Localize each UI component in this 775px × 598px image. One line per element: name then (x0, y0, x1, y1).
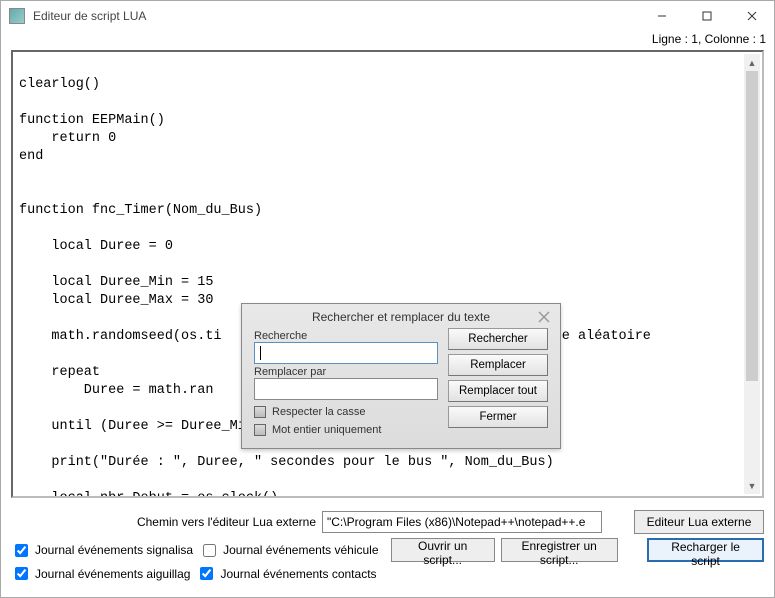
app-window: Editeur de script LUA Ligne : 1, Colonne… (0, 0, 775, 598)
reload-script-button[interactable]: Recharger le script (647, 538, 764, 562)
checkbox-icon (254, 406, 266, 418)
dialog-close-icon[interactable] (534, 308, 554, 326)
window-title: Editeur de script LUA (33, 9, 639, 23)
vertical-scrollbar[interactable]: ▲ ▼ (744, 54, 760, 494)
dialog-title-text: Rechercher et remplacer du texte (312, 310, 490, 324)
external-path-input[interactable] (322, 511, 602, 533)
maximize-button[interactable] (684, 1, 729, 31)
minimize-button[interactable] (639, 1, 684, 31)
checkbox-icon (254, 424, 266, 436)
whole-word-label: Mot entier uniquement (272, 424, 381, 436)
open-script-button[interactable]: Ouvrir un script... (391, 538, 495, 562)
editor-panel: clearlog() function EEPMain() return 0 e… (11, 50, 764, 498)
external-path-label: Chemin vers l'éditeur Lua externe (137, 515, 316, 529)
titlebar: Editeur de script LUA (1, 1, 774, 31)
log-switch-checkbox[interactable]: Journal événements aiguillag (11, 564, 190, 583)
respect-case-checkbox[interactable]: Respecter la casse (254, 406, 438, 418)
scroll-up-icon[interactable]: ▲ (744, 54, 760, 71)
search-button[interactable]: Rechercher (448, 328, 548, 350)
save-script-button[interactable]: Enregistrer un script... (501, 538, 618, 562)
close-dialog-button[interactable]: Fermer (448, 406, 548, 428)
replace-input[interactable] (254, 378, 438, 400)
log-vehicle-checkbox[interactable]: Journal événements véhicule (199, 541, 378, 560)
scroll-down-icon[interactable]: ▼ (744, 477, 760, 494)
replace-all-button[interactable]: Remplacer tout (448, 380, 548, 402)
bottom-panel: Chemin vers l'éditeur Lua externe Editeu… (1, 506, 774, 597)
respect-case-label: Respecter la casse (272, 406, 366, 418)
whole-word-checkbox[interactable]: Mot entier uniquement (254, 424, 438, 436)
close-button[interactable] (729, 1, 774, 31)
replace-button[interactable]: Remplacer (448, 354, 548, 376)
cursor-status: Ligne : 1, Colonne : 1 (1, 31, 774, 46)
find-replace-dialog: Rechercher et remplacer du texte Recherc… (241, 303, 561, 449)
replace-label: Remplacer par (254, 366, 438, 378)
dialog-title: Rechercher et remplacer du texte (242, 304, 560, 328)
log-signal-checkbox[interactable]: Journal événements signalisa (11, 541, 193, 560)
scroll-thumb[interactable] (746, 71, 758, 381)
search-label: Recherche (254, 330, 438, 342)
log-contact-checkbox[interactable]: Journal événements contacts (196, 564, 376, 583)
app-icon (9, 8, 25, 24)
external-editor-button[interactable]: Editeur Lua externe (634, 510, 764, 534)
search-input[interactable] (254, 342, 438, 364)
